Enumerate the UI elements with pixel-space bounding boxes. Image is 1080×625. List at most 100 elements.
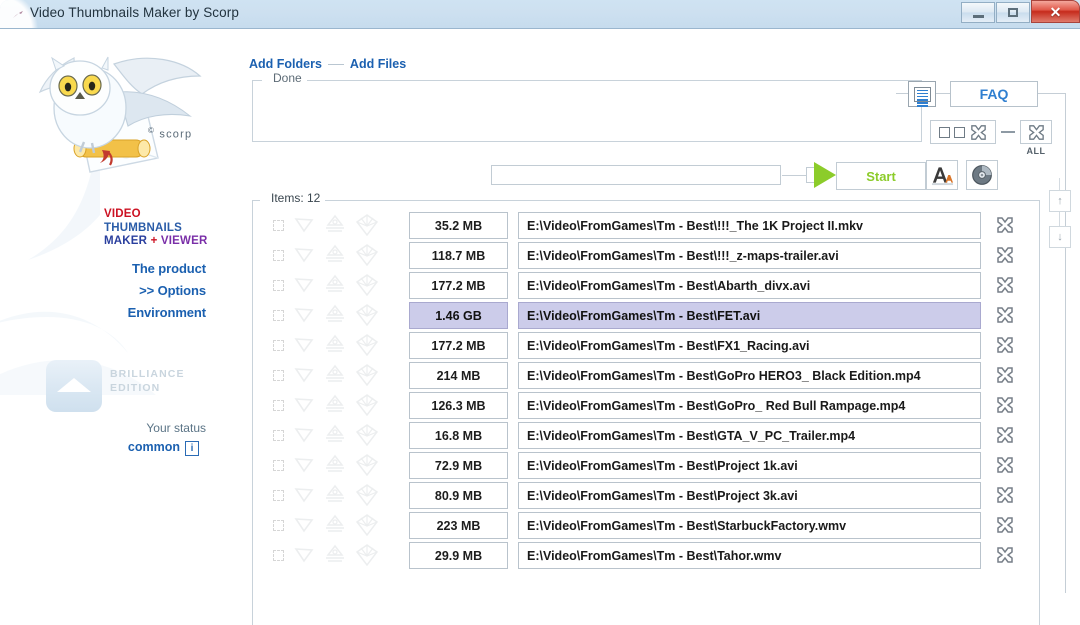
table-row[interactable]: 177.2 MB E:\Video\FromGames\Tm - Best\FX1… (253, 330, 1041, 360)
render-icon[interactable] (324, 424, 346, 446)
progress-bar[interactable] (491, 165, 781, 185)
status-info-icon[interactable]: i (185, 441, 199, 456)
gem-icon[interactable] (356, 454, 378, 476)
preview-triangle-icon[interactable] (294, 516, 314, 534)
row-checkbox[interactable] (273, 279, 284, 291)
table-row[interactable]: 177.2 MB E:\Video\FromGames\Tm - Best\Aba… (253, 270, 1041, 300)
table-row[interactable]: 223 MB E:\Video\FromGames\Tm - Best\Starb… (253, 510, 1041, 540)
remove-item-button[interactable] (995, 275, 1015, 295)
preview-triangle-icon[interactable] (294, 396, 314, 414)
row-checkbox[interactable] (273, 429, 284, 441)
preview-triangle-icon[interactable] (294, 426, 314, 444)
gem-icon[interactable] (356, 214, 378, 236)
render-icon[interactable] (324, 544, 346, 566)
preview-triangle-icon[interactable] (294, 336, 314, 354)
render-icon[interactable] (324, 274, 346, 296)
render-icon[interactable] (324, 514, 346, 536)
start-button[interactable]: Start (836, 162, 926, 190)
gem-icon[interactable] (356, 544, 378, 566)
row-checkbox[interactable] (273, 549, 284, 561)
render-icon[interactable] (324, 244, 346, 266)
font-settings-button[interactable] (926, 160, 958, 190)
remove-item-button[interactable] (995, 245, 1015, 265)
minimize-button[interactable] (961, 2, 995, 23)
sidebar-item-the-product[interactable]: The product (0, 258, 214, 280)
gem-icon[interactable] (356, 274, 378, 296)
remove-item-icon[interactable] (995, 275, 1015, 295)
render-icon[interactable] (324, 454, 346, 476)
maximize-button[interactable] (996, 2, 1030, 23)
render-icon[interactable] (324, 394, 346, 416)
remove-item-icon[interactable] (995, 485, 1015, 505)
preview-triangle-icon[interactable] (294, 216, 314, 234)
remove-item-icon[interactable] (995, 365, 1015, 385)
gem-icon[interactable] (356, 334, 378, 356)
remove-item-icon[interactable] (995, 335, 1015, 355)
table-row[interactable]: 1.46 GB E:\Video\FromGames\Tm - Best\FET.… (253, 300, 1041, 330)
move-down-button[interactable]: ↓ (1049, 226, 1071, 248)
remove-item-button[interactable] (995, 215, 1015, 235)
clear-all-button[interactable] (1020, 120, 1052, 144)
table-row[interactable]: 118.7 MB E:\Video\FromGames\Tm - Best\!!!… (253, 240, 1041, 270)
sidebar-item-options[interactable]: >> Options (0, 280, 214, 302)
remove-item-icon[interactable] (995, 305, 1015, 325)
remove-item-icon[interactable] (995, 245, 1015, 265)
faq-button[interactable]: FAQ (950, 81, 1038, 107)
row-checkbox[interactable] (273, 339, 284, 351)
gem-icon[interactable] (356, 304, 378, 326)
render-icon[interactable] (324, 334, 346, 356)
table-row[interactable]: 16.8 MB E:\Video\FromGames\Tm - Best\GTA_… (253, 420, 1041, 450)
move-up-button[interactable]: ↑ (1049, 190, 1071, 212)
remove-item-icon[interactable] (995, 455, 1015, 475)
render-icon[interactable] (324, 214, 346, 236)
render-icon[interactable] (324, 484, 346, 506)
preview-triangle-icon[interactable] (294, 306, 314, 324)
table-row[interactable]: 126.3 MB E:\Video\FromGames\Tm - Best\GoP… (253, 390, 1041, 420)
remove-item-button[interactable] (995, 425, 1015, 445)
play-triangle-icon[interactable] (814, 162, 836, 188)
remove-item-icon[interactable] (995, 515, 1015, 535)
table-row[interactable]: 80.9 MB E:\Video\FromGames\Tm - Best\Proj… (253, 480, 1041, 510)
remove-item-button[interactable] (995, 455, 1015, 475)
remove-item-button[interactable] (995, 515, 1015, 535)
gem-icon[interactable] (356, 514, 378, 536)
gem-icon[interactable] (356, 364, 378, 386)
remove-item-button[interactable] (995, 395, 1015, 415)
render-icon[interactable] (324, 364, 346, 386)
clear-selected-button[interactable] (930, 120, 996, 144)
row-checkbox[interactable] (273, 399, 284, 411)
preview-triangle-icon[interactable] (294, 276, 314, 294)
table-row[interactable]: 29.9 MB E:\Video\FromGames\Tm - Best\Taho… (253, 540, 1041, 570)
preview-triangle-icon[interactable] (294, 456, 314, 474)
remove-item-icon[interactable] (995, 215, 1015, 235)
table-row[interactable]: 35.2 MB E:\Video\FromGames\Tm - Best\!!!_… (253, 210, 1041, 240)
row-checkbox[interactable] (273, 459, 284, 471)
render-icon[interactable] (324, 304, 346, 326)
close-button[interactable]: ✕ (1031, 0, 1080, 23)
remove-item-button[interactable] (995, 545, 1015, 565)
preview-triangle-icon[interactable] (294, 546, 314, 564)
add-folders-button[interactable]: Add Folders (249, 57, 322, 71)
gem-icon[interactable] (356, 424, 378, 446)
table-row[interactable]: 214 MB E:\Video\FromGames\Tm - Best\GoPro… (253, 360, 1041, 390)
row-checkbox[interactable] (273, 219, 284, 231)
gem-icon[interactable] (356, 484, 378, 506)
hamburger-menu-button[interactable] (908, 81, 936, 108)
preview-triangle-icon[interactable] (294, 366, 314, 384)
gem-icon[interactable] (356, 244, 378, 266)
gem-icon[interactable] (356, 394, 378, 416)
remove-item-button[interactable] (995, 305, 1015, 325)
table-row[interactable]: 72.9 MB E:\Video\FromGames\Tm - Best\Proj… (253, 450, 1041, 480)
remove-item-icon[interactable] (995, 395, 1015, 415)
remove-item-icon[interactable] (995, 425, 1015, 445)
add-files-button[interactable]: Add Files (350, 57, 406, 71)
remove-item-button[interactable] (995, 365, 1015, 385)
preview-triangle-icon[interactable] (294, 246, 314, 264)
remove-item-button[interactable] (995, 335, 1015, 355)
row-checkbox[interactable] (273, 249, 284, 261)
row-checkbox[interactable] (273, 369, 284, 381)
remove-item-button[interactable] (995, 485, 1015, 505)
disc-settings-button[interactable] (966, 160, 998, 190)
sidebar-item-environment[interactable]: Environment (0, 302, 214, 324)
remove-item-icon[interactable] (995, 545, 1015, 565)
